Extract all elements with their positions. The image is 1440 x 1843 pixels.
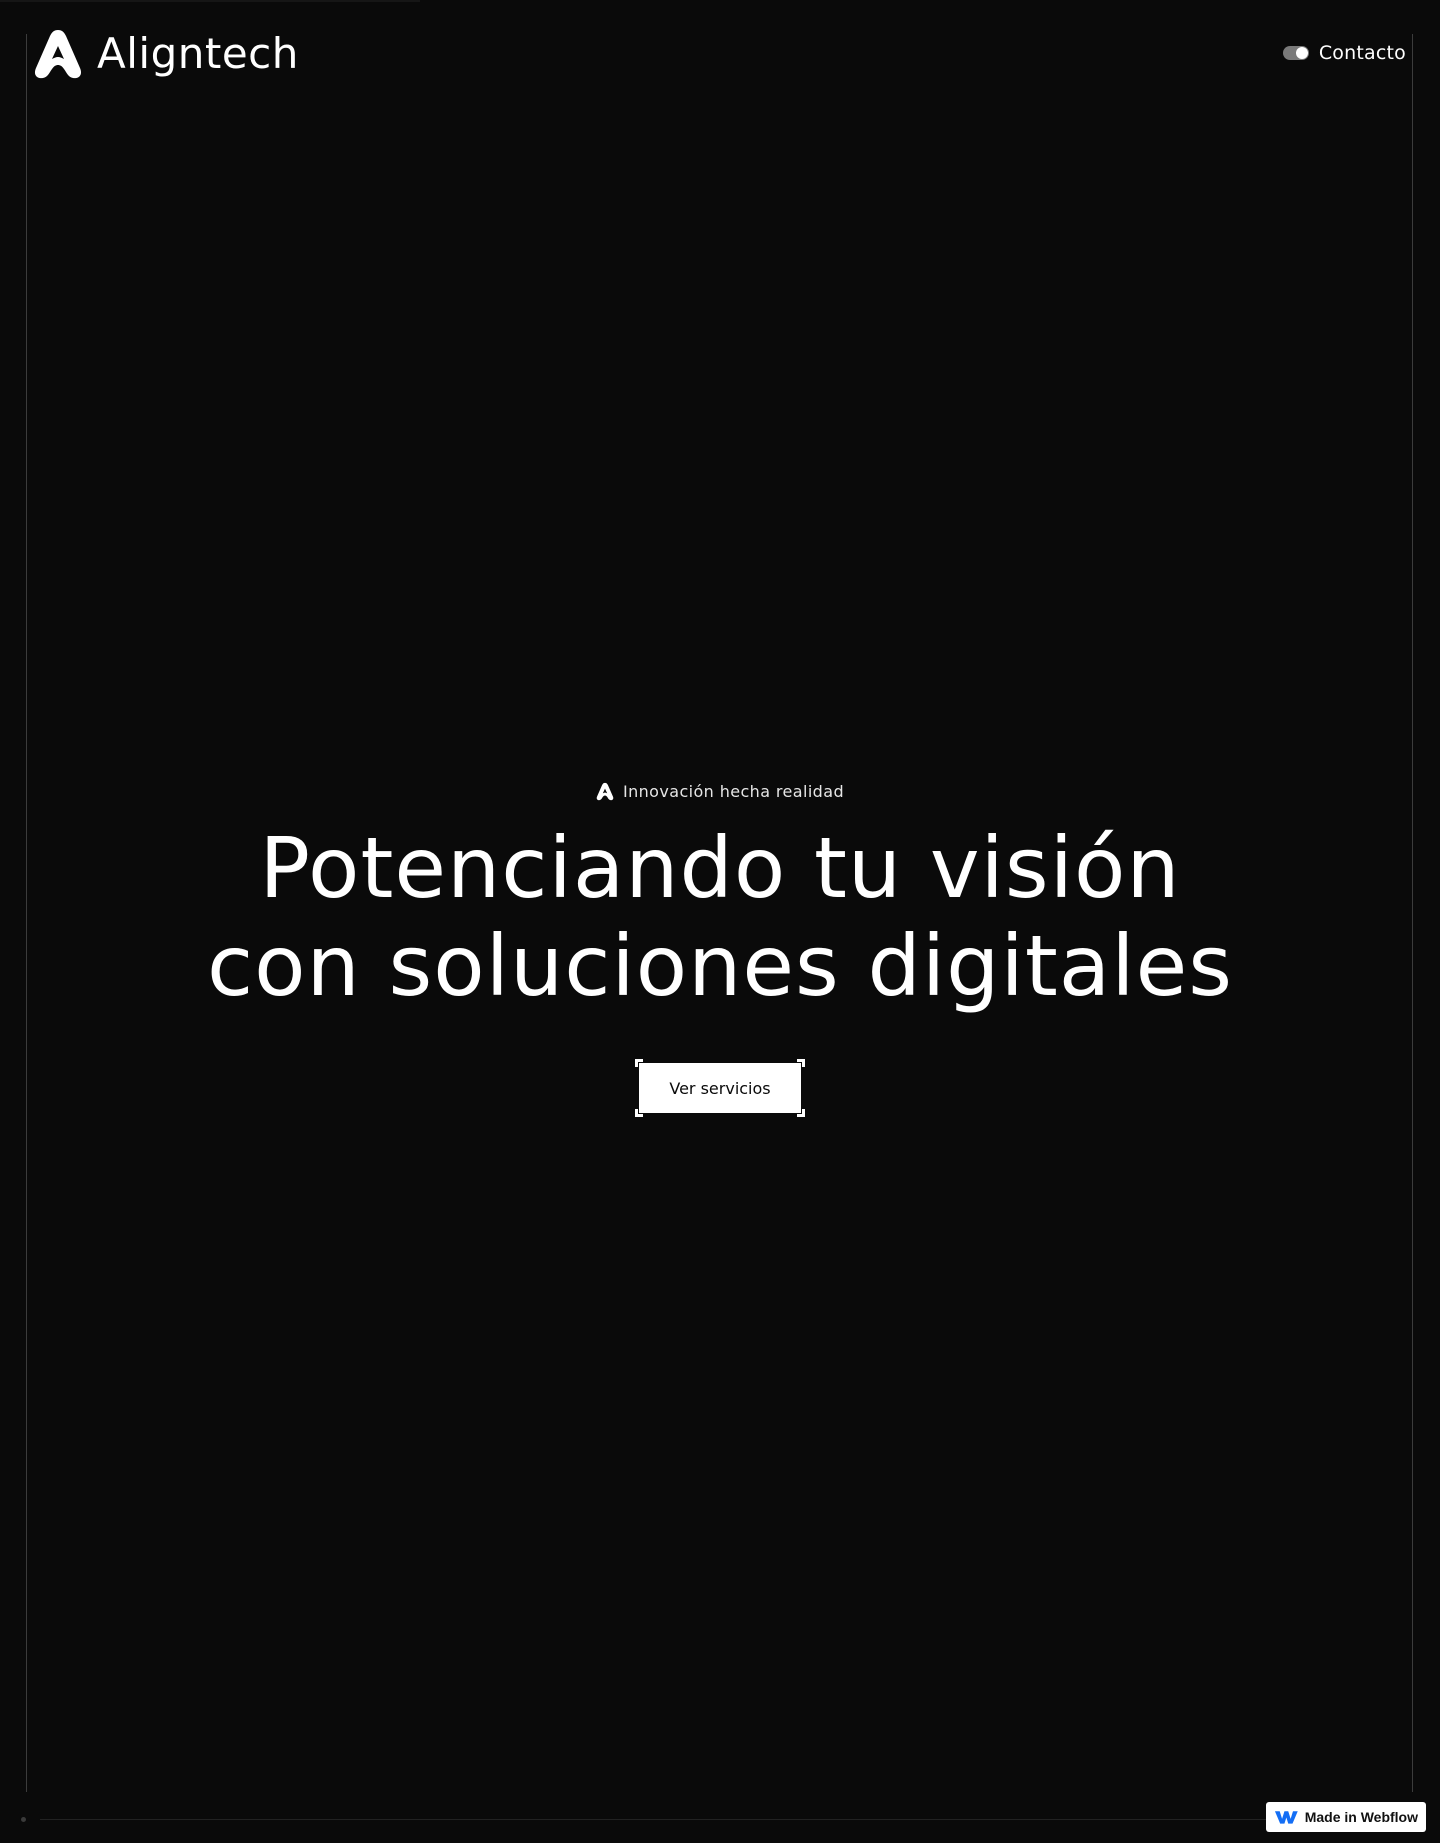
corner-bracket-icon bbox=[797, 1059, 805, 1067]
corner-bracket-icon bbox=[797, 1109, 805, 1117]
frame-line-bottom bbox=[40, 1819, 1400, 1820]
hero-headline-line2: con soluciones digitales bbox=[206, 917, 1234, 1015]
brand-name: Aligntech bbox=[97, 29, 299, 78]
page: Aligntech Contacto Innovación hecha real… bbox=[0, 0, 1440, 1843]
webflow-icon bbox=[1274, 1811, 1298, 1824]
badge-label: Made in Webflow bbox=[1304, 1809, 1418, 1825]
toggle-icon[interactable] bbox=[1282, 46, 1309, 60]
frame-dot bbox=[21, 1817, 26, 1822]
hero-headline-line1: Potenciando tu visión bbox=[259, 819, 1181, 917]
brand-logo-link[interactable]: Aligntech bbox=[33, 28, 299, 80]
hero-eyebrow-text: Innovación hecha realidad bbox=[622, 782, 844, 801]
ver-servicios-button[interactable]: Ver servicios bbox=[639, 1063, 801, 1113]
hero-headline: Potenciando tu visión con soluciones dig… bbox=[0, 819, 1440, 1015]
toggle-knob bbox=[1295, 47, 1308, 59]
a-logo-icon bbox=[33, 28, 83, 80]
top-strip bbox=[0, 0, 420, 2]
contact-link[interactable]: Contacto bbox=[1282, 42, 1406, 64]
a-small-logo-icon bbox=[596, 782, 614, 801]
hero-eyebrow: Innovación hecha realidad bbox=[596, 782, 844, 801]
hero-section: Innovación hecha realidad Potenciando tu… bbox=[0, 782, 1440, 1117]
contact-label: Contacto bbox=[1318, 42, 1406, 64]
made-in-webflow-badge[interactable]: Made in Webflow bbox=[1266, 1802, 1426, 1832]
corner-bracket-icon bbox=[635, 1109, 643, 1117]
corner-bracket-icon bbox=[635, 1059, 643, 1067]
cta-wrapper: Ver servicios bbox=[635, 1059, 805, 1117]
